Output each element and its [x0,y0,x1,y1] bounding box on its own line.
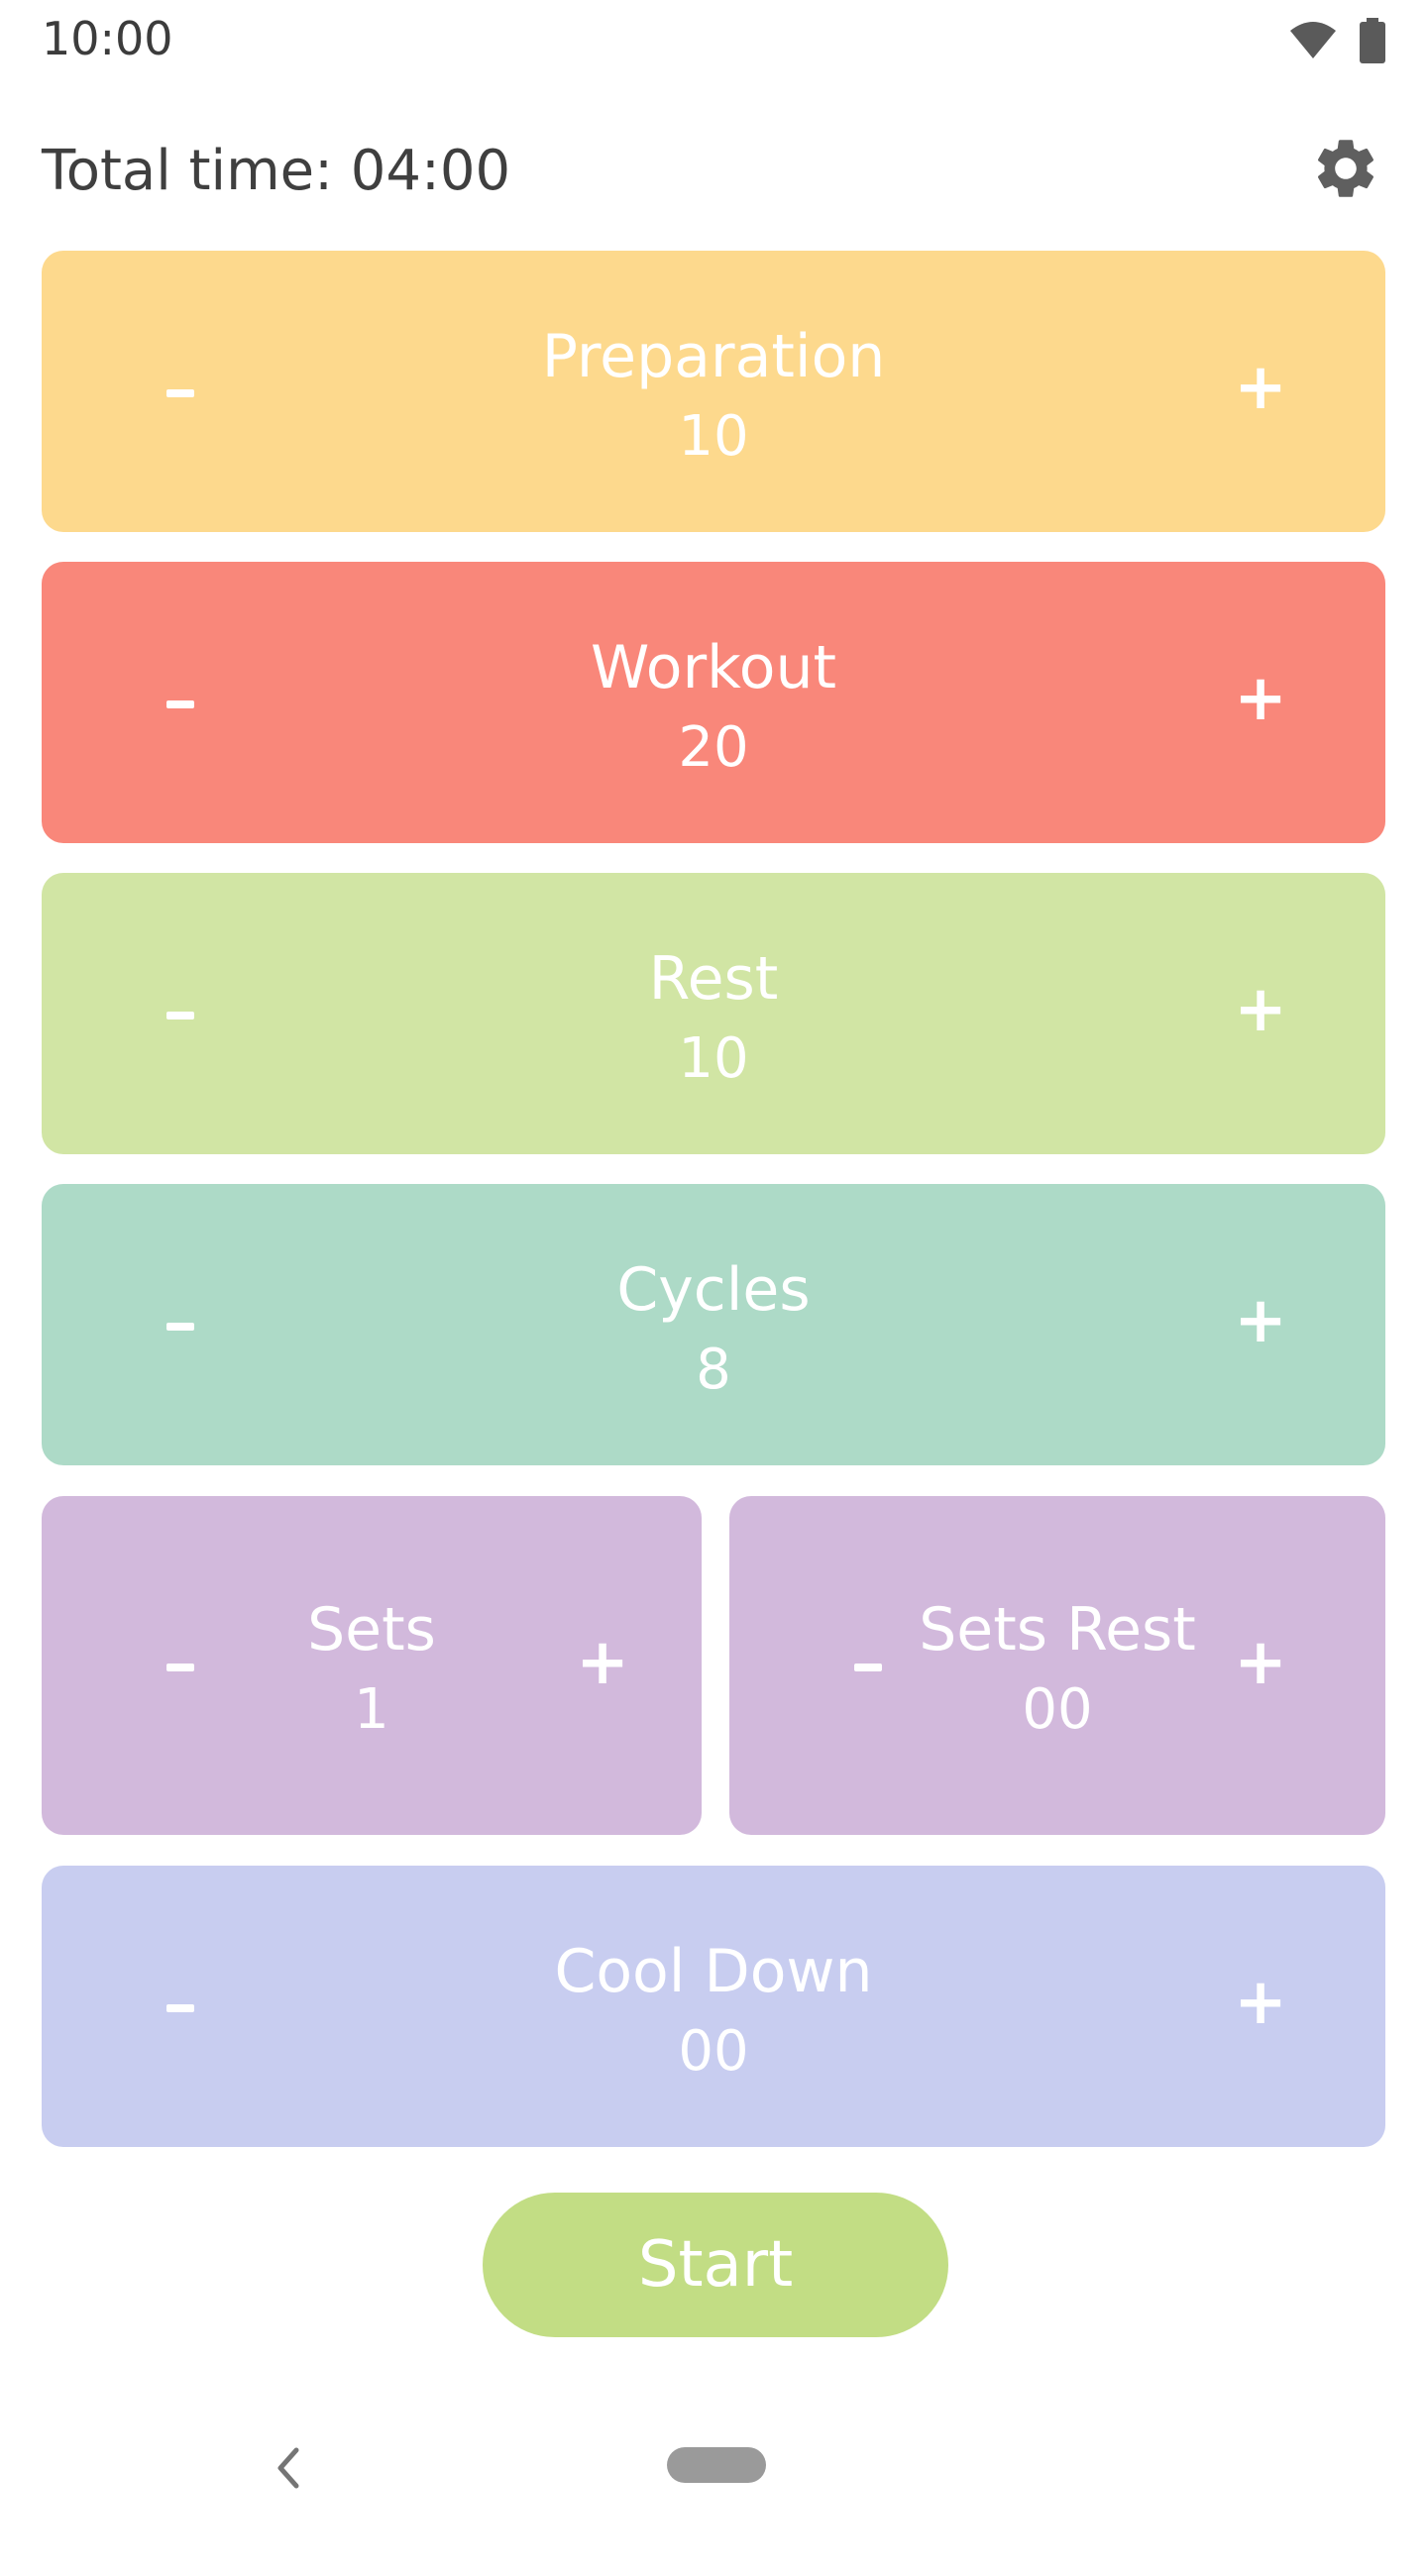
start-button[interactable]: Start [483,2193,948,2337]
sets-card: Sets 1 + [42,1496,702,1835]
cycles-card: Cycles 8 + [42,1184,1385,1465]
cool-down-increment-button[interactable]: + [1221,1963,1300,2042]
preparation-value: 10 [678,404,749,469]
rest-value: 10 [678,1026,749,1091]
rest-card: Rest 10 + [42,873,1385,1154]
status-bar: 10:00 [0,0,1427,83]
total-time-label: Total time: 04:00 [42,139,511,203]
home-pill-icon[interactable] [667,2447,766,2483]
rest-title: Rest [648,944,779,1014]
sets-increment-button[interactable]: + [563,1623,642,1702]
rest-increment-button[interactable]: + [1221,970,1300,1049]
cool-down-value: 00 [678,2019,749,2084]
gear-icon[interactable] [1306,129,1385,208]
wifi-icon [1288,21,1338,64]
preparation-card: Preparation 10 + [42,251,1385,532]
cycles-value: 8 [696,1338,731,1402]
cool-down-title: Cool Down [554,1937,873,2006]
workout-card: Workout 20 + [42,562,1385,843]
cycles-title: Cycles [616,1255,811,1325]
navigation-bar [0,2417,1427,2576]
sets-rest-increment-button[interactable]: + [1221,1623,1300,1702]
battery-icon [1360,18,1385,67]
cool-down-card: Cool Down 00 + [42,1866,1385,2147]
status-icons [1288,18,1385,67]
status-time: 10:00 [42,12,173,65]
workout-increment-button[interactable]: + [1221,659,1300,738]
chevron-left-icon[interactable] [273,2439,302,2504]
preparation-title: Preparation [541,322,886,391]
preparation-increment-button[interactable]: + [1221,348,1300,427]
sets-rest-card: Sets Rest 00 + [729,1496,1385,1835]
workout-value: 20 [678,715,749,780]
workout-title: Workout [590,633,837,702]
cycles-increment-button[interactable]: + [1221,1281,1300,1360]
header: Total time: 04:00 [0,129,1427,228]
